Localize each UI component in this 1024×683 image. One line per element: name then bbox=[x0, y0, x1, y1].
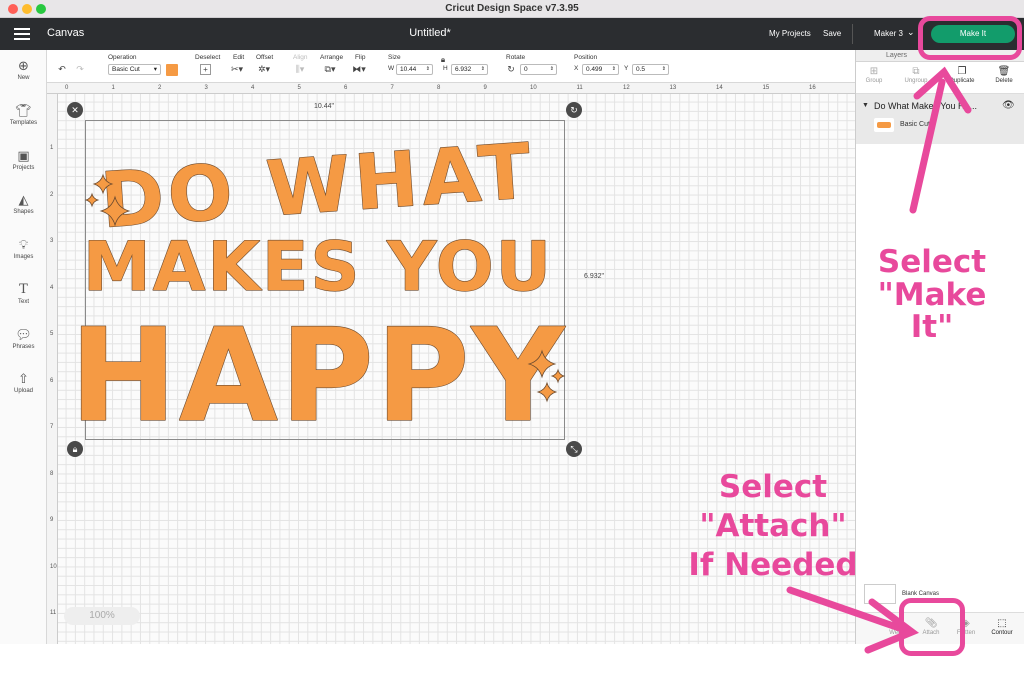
annotation-line: Select bbox=[877, 244, 987, 280]
arrow-to-make-it bbox=[909, 78, 946, 214]
annotation-line: Select bbox=[718, 469, 828, 505]
annotation-line: If Needed bbox=[688, 547, 858, 584]
annotation-line: "Make It" bbox=[877, 276, 987, 346]
annotation-line: "Attach" bbox=[699, 508, 847, 545]
annotation-attach: Select "Attach" If Needed bbox=[678, 468, 868, 585]
annotation-make-it: Select "Make It" bbox=[852, 246, 1012, 344]
screenshot-root: Cricut Design Space v7.3.95 Canvas Untit… bbox=[0, 0, 1024, 683]
